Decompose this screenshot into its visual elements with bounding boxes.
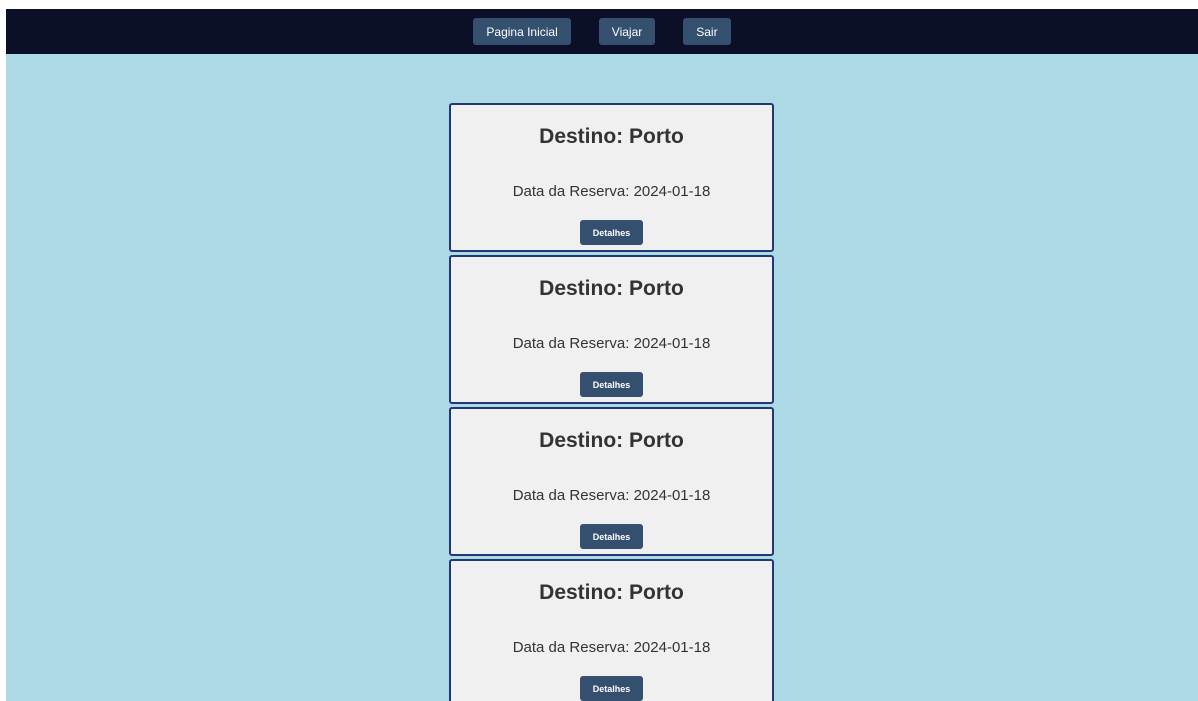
reservation-card: Destino: Porto Data da Reserva: 2024-01-… <box>449 255 774 404</box>
reservation-card: Destino: Porto Data da Reserva: 2024-01-… <box>449 103 774 252</box>
reservation-date: Data da Reserva: 2024-01-18 <box>512 639 711 656</box>
nav-travel-button[interactable]: Viajar <box>598 18 656 45</box>
details-button[interactable]: Detalhes <box>580 372 643 397</box>
page-viewport: Pagina Inicial Viajar Sair Destino: Port… <box>6 9 1198 701</box>
details-button[interactable]: Detalhes <box>580 676 643 701</box>
reservation-list: Destino: Porto Data da Reserva: 2024-01-… <box>449 103 775 701</box>
reservation-destination: Destino: Porto <box>539 125 684 148</box>
nav-logout-button[interactable]: Sair <box>683 18 731 45</box>
reservation-destination: Destino: Porto <box>539 277 684 300</box>
reservation-card: Destino: Porto Data da Reserva: 2024-01-… <box>449 407 774 556</box>
nav-home-button[interactable]: Pagina Inicial <box>473 18 571 45</box>
reservation-destination: Destino: Porto <box>539 581 684 604</box>
reservation-destination: Destino: Porto <box>539 429 684 452</box>
details-button[interactable]: Detalhes <box>580 220 643 245</box>
reservation-date: Data da Reserva: 2024-01-18 <box>512 183 711 200</box>
reservation-date: Data da Reserva: 2024-01-18 <box>512 487 711 504</box>
details-button[interactable]: Detalhes <box>580 524 643 549</box>
top-navbar: Pagina Inicial Viajar Sair <box>6 9 1198 54</box>
reservation-date: Data da Reserva: 2024-01-18 <box>512 335 711 352</box>
reservation-card: Destino: Porto Data da Reserva: 2024-01-… <box>449 559 774 701</box>
